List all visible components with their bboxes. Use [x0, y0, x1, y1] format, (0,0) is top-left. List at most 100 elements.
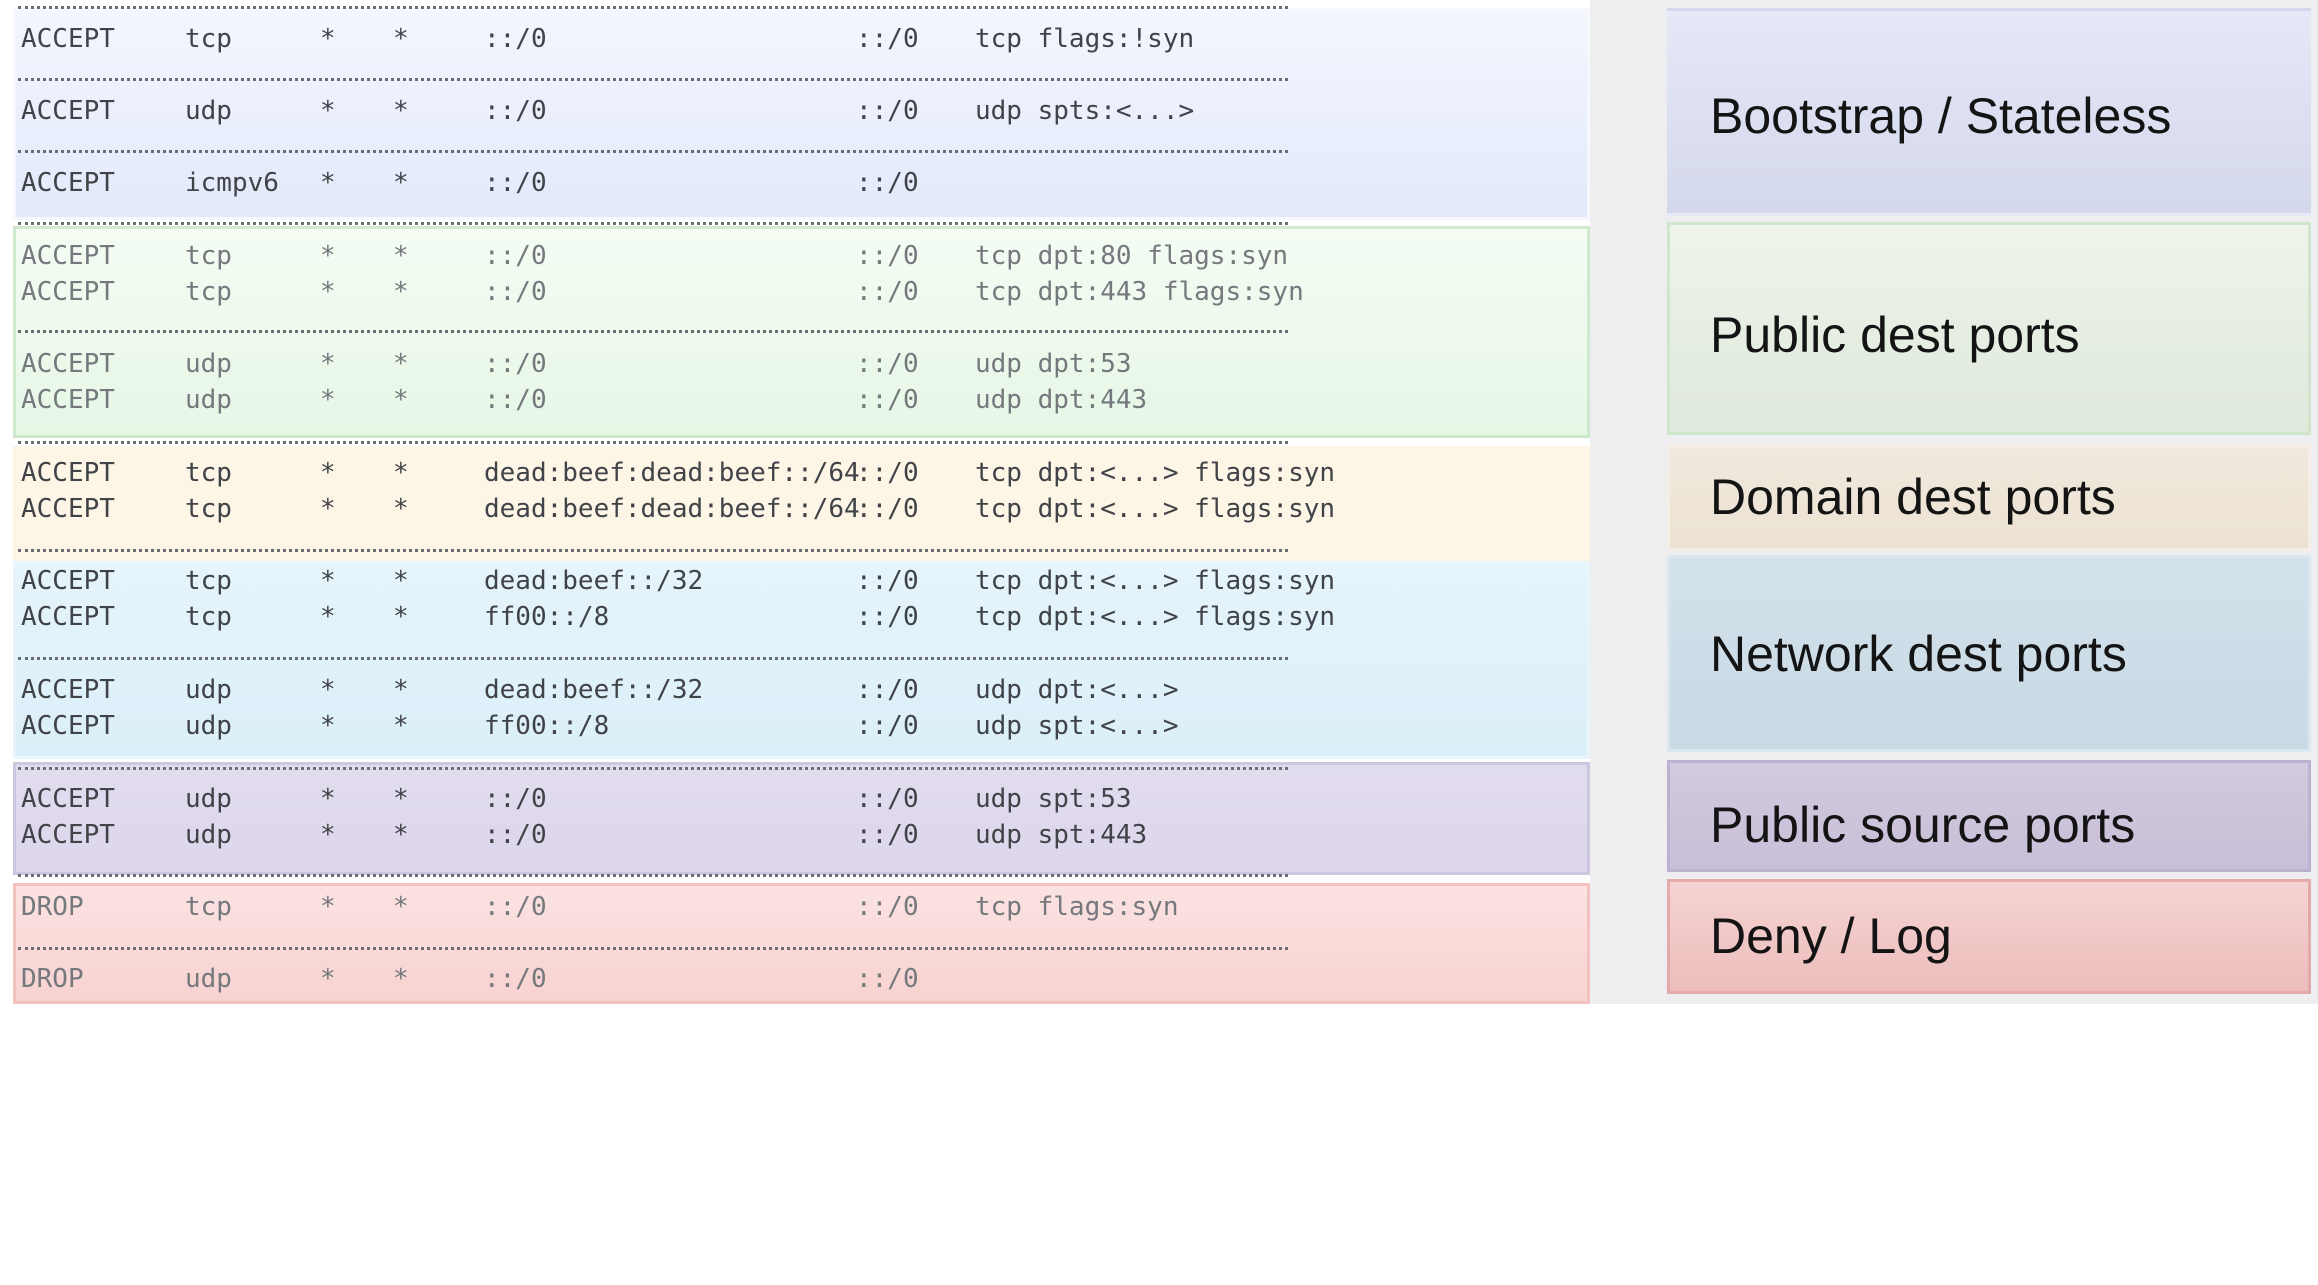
- rule-action: ACCEPT: [21, 385, 115, 415]
- rule-source: ::/0: [484, 241, 547, 271]
- rule-row: ACCEPT udp * * ::/0 ::/0 udp spts:<...>: [0, 93, 1330, 129]
- rule-in-interface: *: [320, 277, 336, 307]
- rule-source: ::/0: [484, 24, 547, 54]
- rule-destination: ::/0: [856, 711, 919, 741]
- rule-destination: ::/0: [856, 892, 919, 922]
- rule-options: udp dpt:443: [975, 385, 1148, 415]
- rule-source: dead:beef:dead:beef::/64: [484, 494, 860, 524]
- rule-action: ACCEPT: [21, 96, 115, 126]
- rule-action: ACCEPT: [21, 675, 115, 705]
- rule-protocol: tcp: [185, 458, 232, 488]
- rule-source: ::/0: [484, 892, 547, 922]
- rule-destination: ::/0: [856, 385, 919, 415]
- rule-source: ::/0: [484, 96, 547, 126]
- rule-options: udp spts:<...>: [975, 96, 1195, 126]
- rule-out-interface: *: [393, 675, 409, 705]
- rule-row: ACCEPT udp * * ::/0 ::/0 udp spt:53: [0, 781, 1330, 817]
- rule-destination: ::/0: [856, 241, 919, 271]
- rule-row: DROP tcp * * ::/0 ::/0 tcp flags:syn: [0, 889, 1330, 925]
- rule-row: ACCEPT tcp * * ::/0 ::/0 tcp dpt:443 fla…: [0, 274, 1330, 310]
- rule-in-interface: *: [320, 602, 336, 632]
- dotted-separator: [18, 657, 1288, 660]
- rule-in-interface: *: [320, 385, 336, 415]
- rule-out-interface: *: [393, 241, 409, 271]
- rule-action: ACCEPT: [21, 241, 115, 271]
- rule-source: ff00::/8: [484, 602, 610, 632]
- category-label: Network dest ports: [1710, 626, 2127, 682]
- dotted-separator: [18, 6, 1288, 9]
- rule-in-interface: *: [320, 675, 336, 705]
- dotted-separator: [18, 441, 1288, 444]
- rule-source: ::/0: [484, 820, 547, 850]
- category-label: Public dest ports: [1710, 307, 2080, 363]
- rule-options: udp spt:53: [975, 784, 1132, 814]
- rule-in-interface: *: [320, 168, 336, 198]
- dotted-separator: [18, 330, 1288, 333]
- category-label: Bootstrap / Stateless: [1710, 88, 2172, 144]
- category-box-network-dest: Network dest ports: [1667, 555, 2311, 752]
- rule-row: ACCEPT tcp * * ff00::/8 ::/0 tcp dpt:<..…: [0, 599, 1335, 635]
- rule-in-interface: *: [320, 96, 336, 126]
- dotted-separator: [18, 549, 1288, 552]
- rule-options: udp spt:<...>: [975, 711, 1179, 741]
- rule-row: ACCEPT udp * * dead:beef::/32 ::/0 udp d…: [0, 672, 1330, 708]
- rule-out-interface: *: [393, 494, 409, 524]
- rule-row: ACCEPT udp * * ::/0 ::/0 udp dpt:53: [0, 346, 1330, 382]
- dotted-separator: [18, 874, 1288, 877]
- rule-destination: ::/0: [856, 24, 919, 54]
- rule-protocol: tcp: [185, 892, 232, 922]
- rule-destination: ::/0: [856, 458, 919, 488]
- rule-source: ::/0: [484, 964, 547, 994]
- rule-action: ACCEPT: [21, 24, 115, 54]
- rule-source: ::/0: [484, 277, 547, 307]
- rule-in-interface: *: [320, 349, 336, 379]
- rule-options: tcp dpt:443 flags:syn: [975, 277, 1304, 307]
- rule-action: ACCEPT: [21, 494, 115, 524]
- rule-out-interface: *: [393, 820, 409, 850]
- rule-action: DROP: [21, 892, 84, 922]
- rule-out-interface: *: [393, 964, 409, 994]
- category-box-public-dest: Public dest ports: [1667, 222, 2311, 435]
- rule-protocol: tcp: [185, 24, 232, 54]
- rule-protocol: tcp: [185, 277, 232, 307]
- dotted-separator: [18, 947, 1288, 950]
- rule-destination: ::/0: [856, 566, 919, 596]
- rule-source: dead:beef::/32: [484, 675, 704, 705]
- rule-row: ACCEPT tcp * * dead:beef:dead:beef::/64 …: [0, 455, 1335, 491]
- rule-action: ACCEPT: [21, 458, 115, 488]
- rule-options: udp dpt:53: [975, 349, 1132, 379]
- rule-destination: ::/0: [856, 675, 919, 705]
- rule-in-interface: *: [320, 566, 336, 596]
- rule-row: ACCEPT tcp * * dead:beef::/32 ::/0 tcp d…: [0, 563, 1335, 599]
- rule-source: dead:beef:dead:beef::/64: [484, 458, 860, 488]
- rule-destination: ::/0: [856, 96, 919, 126]
- dotted-separator: [18, 222, 1288, 225]
- rule-out-interface: *: [393, 892, 409, 922]
- category-box-bootstrap: Bootstrap / Stateless: [1667, 8, 2311, 216]
- category-label: Deny / Log: [1710, 908, 1952, 964]
- rule-options: udp dpt:<...>: [975, 675, 1179, 705]
- category-box-deny-log: Deny / Log: [1667, 879, 2311, 994]
- rule-protocol: udp: [185, 964, 232, 994]
- rule-destination: ::/0: [856, 964, 919, 994]
- rule-action: DROP: [21, 964, 84, 994]
- rule-in-interface: *: [320, 494, 336, 524]
- rule-row: DROP udp * * ::/0 ::/0: [0, 961, 1330, 997]
- rule-protocol: udp: [185, 96, 232, 126]
- rule-options: tcp dpt:<...> flags:syn: [975, 458, 1336, 488]
- rule-in-interface: *: [320, 458, 336, 488]
- rule-source: ::/0: [484, 784, 547, 814]
- rule-action: ACCEPT: [21, 784, 115, 814]
- rule-source: dead:beef::/32: [484, 566, 704, 596]
- rule-destination: ::/0: [856, 494, 919, 524]
- rule-action: ACCEPT: [21, 168, 115, 198]
- rule-row: ACCEPT udp * * ff00::/8 ::/0 udp spt:<..…: [0, 708, 1330, 744]
- rule-in-interface: *: [320, 820, 336, 850]
- rule-out-interface: *: [393, 385, 409, 415]
- rule-out-interface: *: [393, 277, 409, 307]
- rule-options: tcp dpt:<...> flags:syn: [975, 566, 1336, 596]
- rule-destination: ::/0: [856, 168, 919, 198]
- rule-out-interface: *: [393, 349, 409, 379]
- rule-row: ACCEPT tcp * * ::/0 ::/0 tcp dpt:80 flag…: [0, 238, 1330, 274]
- rule-destination: ::/0: [856, 820, 919, 850]
